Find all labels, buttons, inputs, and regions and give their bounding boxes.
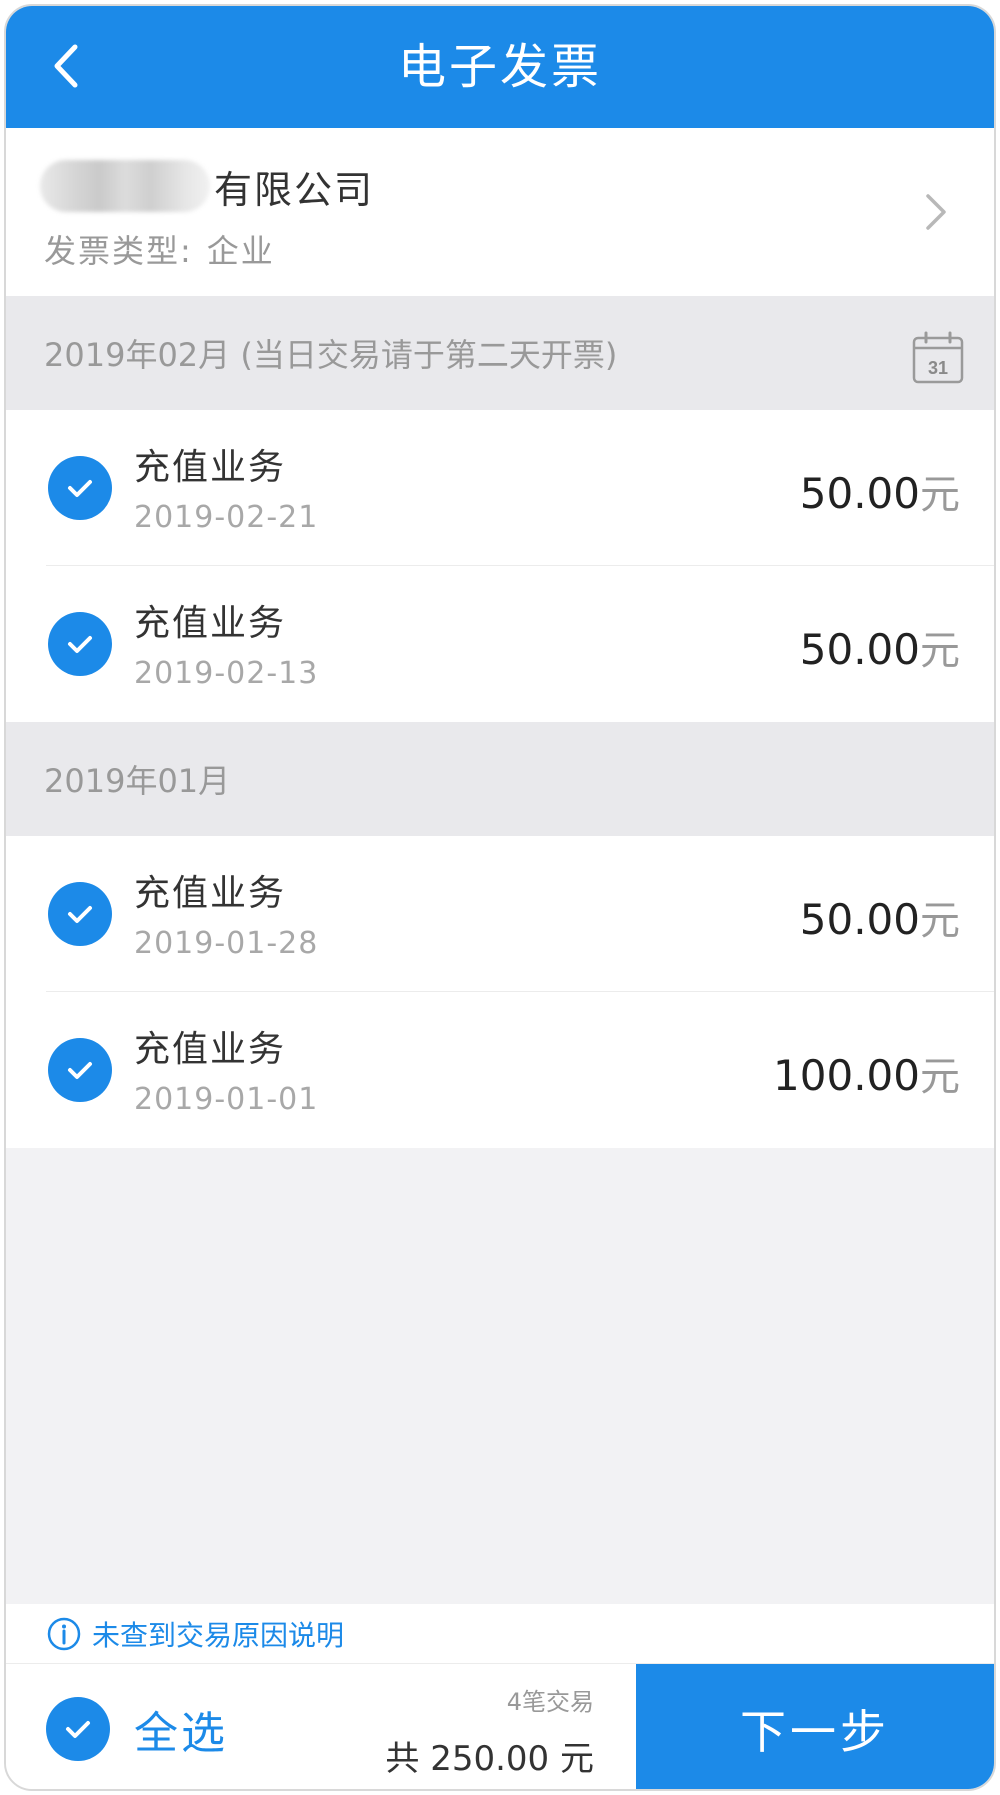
- month-label: 2019年01月: [44, 762, 231, 800]
- select-all-toggle[interactable]: 全选: [46, 1694, 228, 1764]
- selection-summary: 4笔交易 共 250.00 元: [385, 1682, 594, 1780]
- calendar-icon[interactable]: 31: [910, 330, 966, 386]
- calendar-day-number: 31: [928, 358, 948, 378]
- transaction-date: 2019-02-21: [134, 500, 319, 535]
- amount-value: 50.00: [799, 625, 920, 674]
- transaction-date: 2019-02-13: [134, 656, 319, 691]
- checkmark-icon: [68, 480, 92, 497]
- transaction-title: 充值业务: [134, 1029, 287, 1070]
- next-step-button[interactable]: 下一步: [636, 1664, 994, 1789]
- transaction-amount: 100.00元: [773, 1044, 960, 1102]
- redacted-company-name: [40, 160, 210, 212]
- checkmark-icon: [68, 1062, 92, 1079]
- bottom-action-bar: 全选 4笔交易 共 250.00 元 下一步: [6, 1664, 994, 1789]
- transaction-row[interactable]: 充值业务 2019-01-28 50.00元: [6, 836, 994, 992]
- month-label: 2019年02月 (当日交易请于第二天开票): [44, 336, 618, 374]
- total-amount: 共 250.00 元: [385, 1739, 594, 1779]
- amount-unit: 元: [920, 898, 960, 944]
- transaction-amount: 50.00元: [800, 888, 960, 946]
- header-bar: 电子发票: [6, 6, 994, 128]
- month-header-2019-01: 2019年01月: [6, 722, 994, 836]
- select-all-label: 全选: [134, 1708, 228, 1759]
- chevron-right-icon: [926, 194, 946, 230]
- transaction-date: 2019-01-01: [134, 1082, 319, 1117]
- transaction-date: 2019-01-28: [134, 926, 319, 961]
- invoice-type: 发票类型: 企业: [44, 226, 275, 272]
- row-checkbox[interactable]: [48, 1038, 112, 1102]
- transaction-amount: 50.00元: [800, 618, 960, 676]
- row-checkbox[interactable]: [48, 882, 112, 946]
- row-checkbox[interactable]: [48, 612, 112, 676]
- transaction-title: 充值业务: [134, 447, 287, 488]
- transaction-row[interactable]: 充值业务 2019-02-13 50.00元: [6, 566, 994, 722]
- invoice-type-label: 发票类型:: [44, 232, 193, 270]
- company-name-suffix: 有限公司: [214, 167, 375, 212]
- transaction-title: 充值业务: [134, 603, 287, 644]
- page-title: 电子发票: [397, 39, 602, 95]
- month-header-2019-02: 2019年02月 (当日交易请于第二天开票) 31: [6, 296, 994, 410]
- info-icon: [47, 1617, 81, 1650]
- transaction-count: 4笔交易: [506, 1688, 594, 1716]
- invoice-type-value: 企业: [206, 232, 275, 270]
- missing-transaction-note-link[interactable]: 未查到交易原因说明: [6, 1604, 994, 1664]
- checkmark-icon: [68, 906, 92, 923]
- transaction-row[interactable]: 充值业务 2019-02-21 50.00元: [6, 410, 994, 566]
- amount-unit: 元: [920, 1054, 960, 1100]
- checkmark-icon: [68, 636, 92, 653]
- transaction-amount: 50.00元: [800, 462, 960, 520]
- checkmark-icon: [66, 1721, 90, 1738]
- company-name: 有限公司: [40, 158, 374, 214]
- app-frame: 电子发票 有限公司 发票类型: 企业 2019年02月 (当日交易请于第二天开票)…: [4, 4, 996, 1791]
- amount-value: 50.00: [799, 469, 920, 518]
- amount-unit: 元: [920, 628, 960, 674]
- amount-value: 50.00: [799, 895, 920, 944]
- amount-unit: 元: [920, 472, 960, 518]
- company-selector[interactable]: 有限公司 发票类型: 企业: [6, 128, 994, 296]
- transaction-title: 充值业务: [134, 873, 287, 914]
- note-text: 未查到交易原因说明: [92, 1618, 345, 1652]
- select-all-checkbox[interactable]: [46, 1697, 110, 1761]
- transaction-row[interactable]: 充值业务 2019-01-01 100.00元: [6, 992, 994, 1148]
- amount-value: 100.00: [773, 1051, 920, 1100]
- row-checkbox[interactable]: [48, 456, 112, 520]
